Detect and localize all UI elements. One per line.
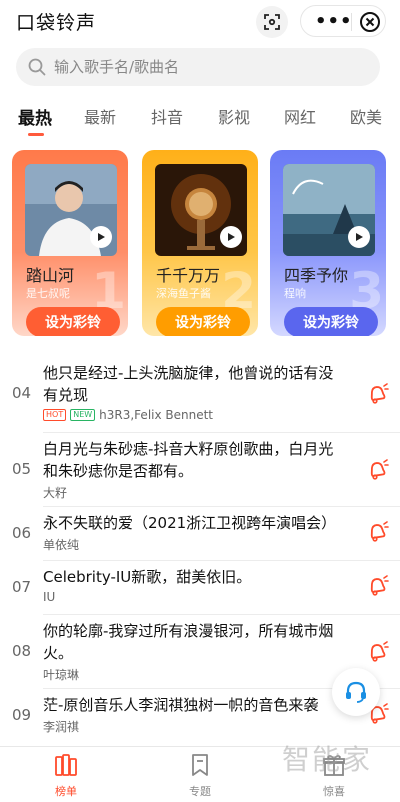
song-title: 白月光与朱砂痣-抖音大籽原创歌曲，白月光和朱砂痣你是否都有。 [43,440,334,480]
scan-button[interactable] [256,6,288,38]
tab-hottest[interactable]: 最热 [18,104,52,129]
featured-card-2[interactable]: 2 千千万万 深海鱼子酱 设为彩铃 [142,150,258,336]
ringtone-bell-icon[interactable] [366,520,390,544]
song-meta: 单依纯 [43,536,79,553]
watermark: 智能家 [282,743,373,776]
song-rank: 08 [12,642,32,660]
mini-program-capsule: ••• [300,5,386,37]
scan-icon [264,14,280,30]
tab-western[interactable]: 欧美 [350,104,382,128]
tab-douyin[interactable]: 抖音 [151,104,183,128]
album-cover[interactable] [155,164,247,256]
list-divider [43,560,400,561]
featured-card-3[interactable]: 3 四季予你 程响 设为彩铃 [270,150,386,336]
card-song-title: 四季予你 [284,266,349,285]
song-title: 茫-原创音乐人李润祺独树一帜的音色来袭 [43,696,319,714]
ringtone-bell-icon[interactable] [366,458,390,482]
tab-film-tv[interactable]: 影视 [218,104,250,128]
song-title: 他只是经过-上头洗脑旋律，他曾说的话有没有兑现 [43,364,334,404]
play-button[interactable] [348,226,370,248]
search-icon [28,58,46,76]
card-song-title: 踏山河 [26,266,75,285]
charts-icon [55,754,77,776]
song-rank: 07 [12,578,32,596]
headset-icon [346,681,366,703]
song-artist: 叶琼琳 [43,668,80,682]
card-artist: 是七叔呢 [26,287,70,300]
nav-label: 惊喜 [323,785,345,798]
play-button[interactable] [90,226,112,248]
search-input[interactable] [54,48,364,86]
more-icon[interactable]: ••• [315,11,353,32]
nav-label: 榜单 [55,785,77,798]
hot-badge: HOT [43,409,67,421]
song-rank: 06 [12,524,32,542]
ringtone-bell-icon[interactable] [366,640,390,664]
song-rank: 09 [12,706,32,724]
active-tab-indicator [28,133,44,136]
song-artist: 单依纯 [43,538,80,552]
search-bar[interactable] [16,48,380,86]
song-meta: 大籽 [43,484,67,501]
card-artist: 深海鱼子酱 [156,287,211,300]
card-song-title: 千千万万 [156,266,221,285]
close-icon[interactable] [359,11,381,33]
ringtone-bell-icon[interactable] [366,574,390,598]
header: 口袋铃声 ••• [0,0,400,42]
featured-card-1[interactable]: 1 踏山河 是七叔呢 设为彩铃 [12,150,128,336]
ringtone-bell-icon[interactable] [366,382,390,406]
list-divider [43,432,400,433]
play-button[interactable] [220,226,242,248]
play-icon [98,233,105,241]
play-icon [356,233,363,241]
capsule-divider [351,13,352,31]
new-badge: NEW [70,409,96,421]
tab-influencer[interactable]: 网红 [284,104,316,128]
set-ringback-button[interactable]: 设为彩铃 [156,307,250,336]
category-tabs: 最热 最新 抖音 影视 网红 欧美 [0,104,400,138]
song-artist: IU [43,590,56,604]
album-cover[interactable] [283,164,375,256]
album-cover[interactable] [25,164,117,256]
song-artist: h3R3,Felix Bennett [99,408,214,422]
bookmark-icon [192,754,208,776]
play-icon [228,233,235,241]
song-rank: 05 [12,460,32,478]
nav-charts[interactable]: 榜单 [36,753,96,798]
song-meta: IU [43,590,55,604]
song-artist: 大籽 [43,486,68,500]
list-divider [43,506,400,507]
nav-label: 专题 [189,785,211,798]
customer-service-button[interactable] [332,668,380,716]
song-title: Celebrity-IU新歌，甜美依旧。 [43,568,252,586]
song-meta: 李润祺 [43,718,79,735]
app-title: 口袋铃声 [16,12,97,34]
song-meta: 叶琼琳 [43,666,79,683]
song-rank: 04 [12,384,32,402]
song-meta: HOT NEW h3R3,Felix Bennett [43,408,213,422]
set-ringback-button[interactable]: 设为彩铃 [284,307,378,336]
song-artist: 李润祺 [43,720,80,734]
list-divider [43,614,400,615]
card-artist: 程响 [284,287,306,300]
tab-newest[interactable]: 最新 [84,104,116,128]
song-title: 你的轮廓-我穿过所有浪漫银河，所有城市烟火。 [43,622,334,662]
set-ringback-button[interactable]: 设为彩铃 [26,307,120,336]
nav-topics[interactable]: 专题 [170,753,230,798]
song-title: 永不失联的爱（2021浙江卫视跨年演唱会） [43,514,337,532]
